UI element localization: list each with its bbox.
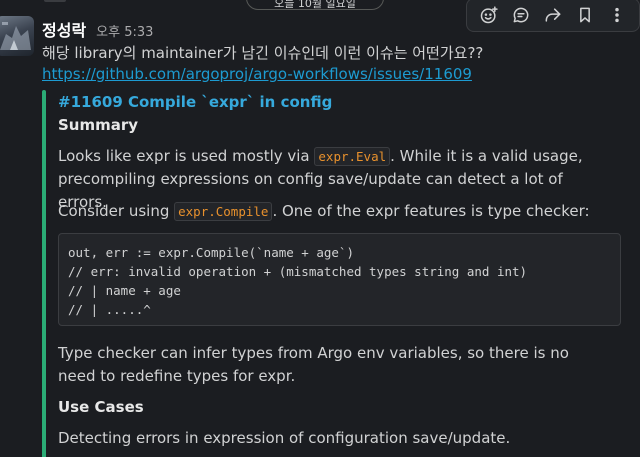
use-cases-heading: Use Cases	[58, 398, 144, 416]
code-line: // | name + age	[68, 283, 181, 298]
code-line: // err: invalid operation + (mismatched …	[68, 264, 528, 279]
author-name[interactable]: 정성락	[42, 17, 86, 41]
env-variables-paragraph: Type checker can infer types from Argo e…	[58, 344, 569, 385]
add-reaction-button[interactable]	[478, 4, 500, 26]
message-header: 정성락 오후 5:33	[42, 17, 153, 41]
message-text: 해당 library의 maintainer가 남긴 이슈인데 이런 이슈는 어…	[42, 44, 484, 62]
add-reaction-icon	[480, 6, 498, 24]
share-icon	[545, 8, 561, 22]
reply-thread-icon	[513, 7, 529, 23]
code-line: out, err := expr.Compile(`name + age`)	[68, 245, 354, 260]
share-button[interactable]	[542, 4, 564, 26]
inline-code-expr-compile: expr.Compile	[174, 202, 273, 221]
p2-text-after: . One of the expr features is type check…	[272, 202, 590, 220]
message-actions-toolbar	[466, 0, 640, 32]
more-actions-icon	[615, 7, 619, 23]
top-divider-mark	[44, 0, 66, 2]
summary-heading: Summary	[58, 116, 139, 134]
bookmark-icon	[580, 7, 590, 23]
code-line: // | .....^	[68, 302, 151, 317]
p2-text-before: Consider using	[58, 202, 175, 220]
issue-link[interactable]: https://github.com/argoproj/argo-workflo…	[42, 65, 472, 83]
unfurl-accent-bar	[42, 90, 46, 457]
message-timestamp[interactable]: 오후 5:33	[96, 21, 153, 40]
more-actions-button[interactable]	[606, 4, 628, 26]
user-avatar[interactable]	[0, 16, 34, 56]
date-divider-pill[interactable]: 오늘 10월 일요일	[246, 0, 384, 10]
inline-code-expr-eval: expr.Eval	[314, 147, 391, 166]
date-divider-label: 오늘 10월 일요일	[274, 0, 356, 10]
p1-text-before: Looks like expr is used mostly via	[58, 147, 315, 165]
bookmark-button[interactable]	[574, 4, 596, 26]
use-cases-paragraph: Detecting errors in expression of config…	[58, 429, 511, 447]
reply-thread-button[interactable]	[510, 4, 532, 26]
type-checker-paragraph: Consider using expr.Compile. One of the …	[58, 200, 598, 223]
unfurl-title-link[interactable]: #11609 Compile `expr` in config	[58, 93, 332, 111]
code-block: out, err := expr.Compile(`name + age`) //…	[58, 233, 621, 326]
